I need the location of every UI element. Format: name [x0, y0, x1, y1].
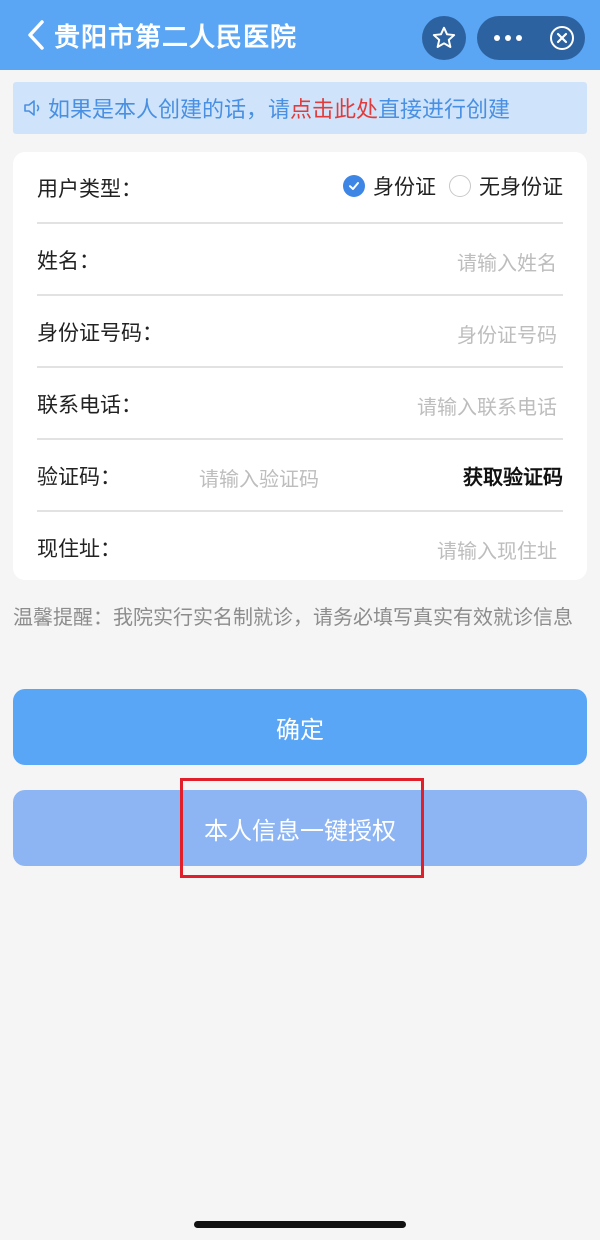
- user-type-radio-group: 身份证 无身份证: [343, 171, 563, 201]
- star-icon: [432, 26, 456, 48]
- name-row: 姓名： 请输入姓名: [37, 224, 563, 296]
- id-number-row: 身份证号码： 身份证号码: [37, 296, 563, 368]
- radio-no-id-card-label: 无身份证: [479, 175, 563, 199]
- name-label: 姓名：: [37, 249, 100, 273]
- phone-label: 联系电话：: [37, 393, 142, 417]
- user-type-label: 用户类型：: [37, 177, 142, 201]
- code-row: 验证码： 请输入验证码 获取验证码: [37, 440, 563, 512]
- id-number-label: 身份证号码：: [37, 321, 163, 345]
- code-label: 验证码：: [37, 465, 121, 489]
- close-circle-icon: [550, 26, 574, 50]
- address-input[interactable]: 请输入现住址: [437, 535, 557, 564]
- more-dots-icon: [494, 35, 522, 41]
- notice-text-after: 直接进行创建: [378, 98, 511, 123]
- user-type-row: 用户类型： 身份证 无身份证: [37, 152, 563, 224]
- phone-input[interactable]: 请输入联系电话: [417, 391, 557, 420]
- address-row: 现住址： 请输入现住址: [37, 512, 563, 580]
- chevron-left-icon: [28, 20, 44, 50]
- id-number-input[interactable]: 身份证号码: [457, 319, 557, 348]
- code-input[interactable]: 请输入验证码: [199, 463, 319, 492]
- notice-banner: 如果是本人创建的话，请点击此处直接进行创建: [13, 82, 587, 134]
- home-indicator: [194, 1221, 406, 1228]
- back-button[interactable]: [22, 18, 52, 52]
- radio-id-card[interactable]: 身份证: [343, 171, 436, 201]
- speaker-icon: [24, 100, 40, 116]
- authorize-button[interactable]: 本人信息一键授权: [13, 790, 587, 866]
- notice-text-before: 如果是本人创建的话，请: [48, 98, 291, 123]
- confirm-button[interactable]: 确定: [13, 689, 587, 765]
- name-input[interactable]: 请输入姓名: [457, 247, 557, 276]
- reminder-text: 温馨提醒：我院实行实名制就诊，请务必填写真实有效就诊信息: [13, 605, 573, 629]
- notice-text: 如果是本人创建的话，请点击此处直接进行创建: [48, 92, 510, 124]
- nav-bar: 贵阳市第二人民医院: [0, 0, 600, 70]
- patient-form: 用户类型： 身份证 无身份证 姓名： 请输入姓名 身份证号码： 身份证号码 联系…: [13, 152, 587, 580]
- get-code-button[interactable]: 获取验证码: [463, 461, 563, 490]
- miniprogram-capsule: [477, 16, 585, 60]
- close-button[interactable]: [539, 16, 585, 60]
- address-label: 现住址：: [37, 537, 121, 561]
- more-button[interactable]: [477, 16, 539, 60]
- notice-link[interactable]: 点击此处: [290, 98, 378, 123]
- favorite-button[interactable]: [422, 16, 466, 60]
- radio-unchecked-icon: [449, 175, 471, 197]
- radio-no-id-card[interactable]: 无身份证: [449, 171, 563, 201]
- page-title: 贵阳市第二人民医院: [54, 23, 298, 53]
- radio-checked-icon: [343, 175, 365, 197]
- radio-id-card-label: 身份证: [373, 175, 436, 199]
- phone-row: 联系电话： 请输入联系电话: [37, 368, 563, 440]
